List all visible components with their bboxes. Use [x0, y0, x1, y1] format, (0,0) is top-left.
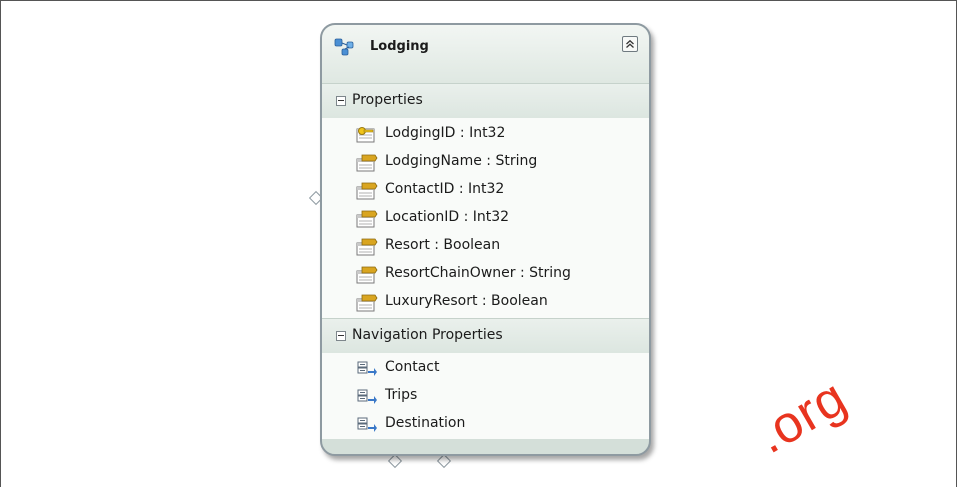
property-icon	[356, 294, 378, 312]
navigation-list: Contact Trips Destination	[322, 353, 649, 439]
property-label: Resort : Boolean	[385, 237, 501, 253]
property-label: LodgingName : String	[385, 153, 538, 169]
entity-title: Lodging	[370, 39, 429, 54]
property-icon	[356, 266, 378, 284]
property-label: LodgingID : Int32	[385, 125, 506, 141]
navigation-title: Navigation Properties	[352, 327, 503, 343]
collapse-section-icon[interactable]	[336, 96, 346, 106]
navigation-property-label: Trips	[385, 387, 418, 403]
navigation-property-icon	[357, 361, 377, 376]
entity-lodging[interactable]: Lodging Properties LodgingID : Int32 Lodg…	[320, 23, 651, 456]
property-icon	[356, 238, 378, 256]
property-label: LuxuryResort : Boolean	[385, 293, 548, 309]
entity-icon	[334, 38, 354, 56]
properties-header[interactable]: Properties	[322, 83, 649, 118]
navigation-property-icon	[357, 417, 377, 432]
navigation-section: Navigation Properties Contact Trips Destin…	[322, 318, 649, 454]
navigation-property-icon	[357, 389, 377, 404]
watermark-text: .org	[746, 368, 857, 466]
navigation-property-label: Contact	[385, 359, 440, 375]
entity-header[interactable]: Lodging	[322, 25, 649, 83]
association-connector-bottom-2[interactable]	[436, 453, 452, 469]
navigation-header[interactable]: Navigation Properties	[322, 318, 649, 353]
diagram-canvas: Lodging Properties LodgingID : Int32 Lodg…	[0, 0, 957, 487]
navigation-property-label: Destination	[385, 415, 466, 431]
properties-title: Properties	[352, 92, 423, 108]
property-icon	[356, 210, 378, 228]
property-label: LocationID : Int32	[385, 209, 510, 225]
properties-section: Properties LodgingID : Int32 LodgingName …	[322, 83, 649, 318]
property-icon	[356, 182, 378, 200]
association-connector-bottom-1[interactable]	[387, 453, 403, 469]
key-property-icon	[356, 127, 375, 143]
property-label: ResortChainOwner : String	[385, 265, 571, 281]
property-label: ContactID : Int32	[385, 181, 505, 197]
properties-list: LodgingID : Int32 LodgingName : String Con…	[322, 118, 649, 318]
collapse-section-icon[interactable]	[336, 331, 346, 341]
collapse-chevron-icon[interactable]	[622, 36, 638, 52]
property-icon	[356, 154, 378, 172]
